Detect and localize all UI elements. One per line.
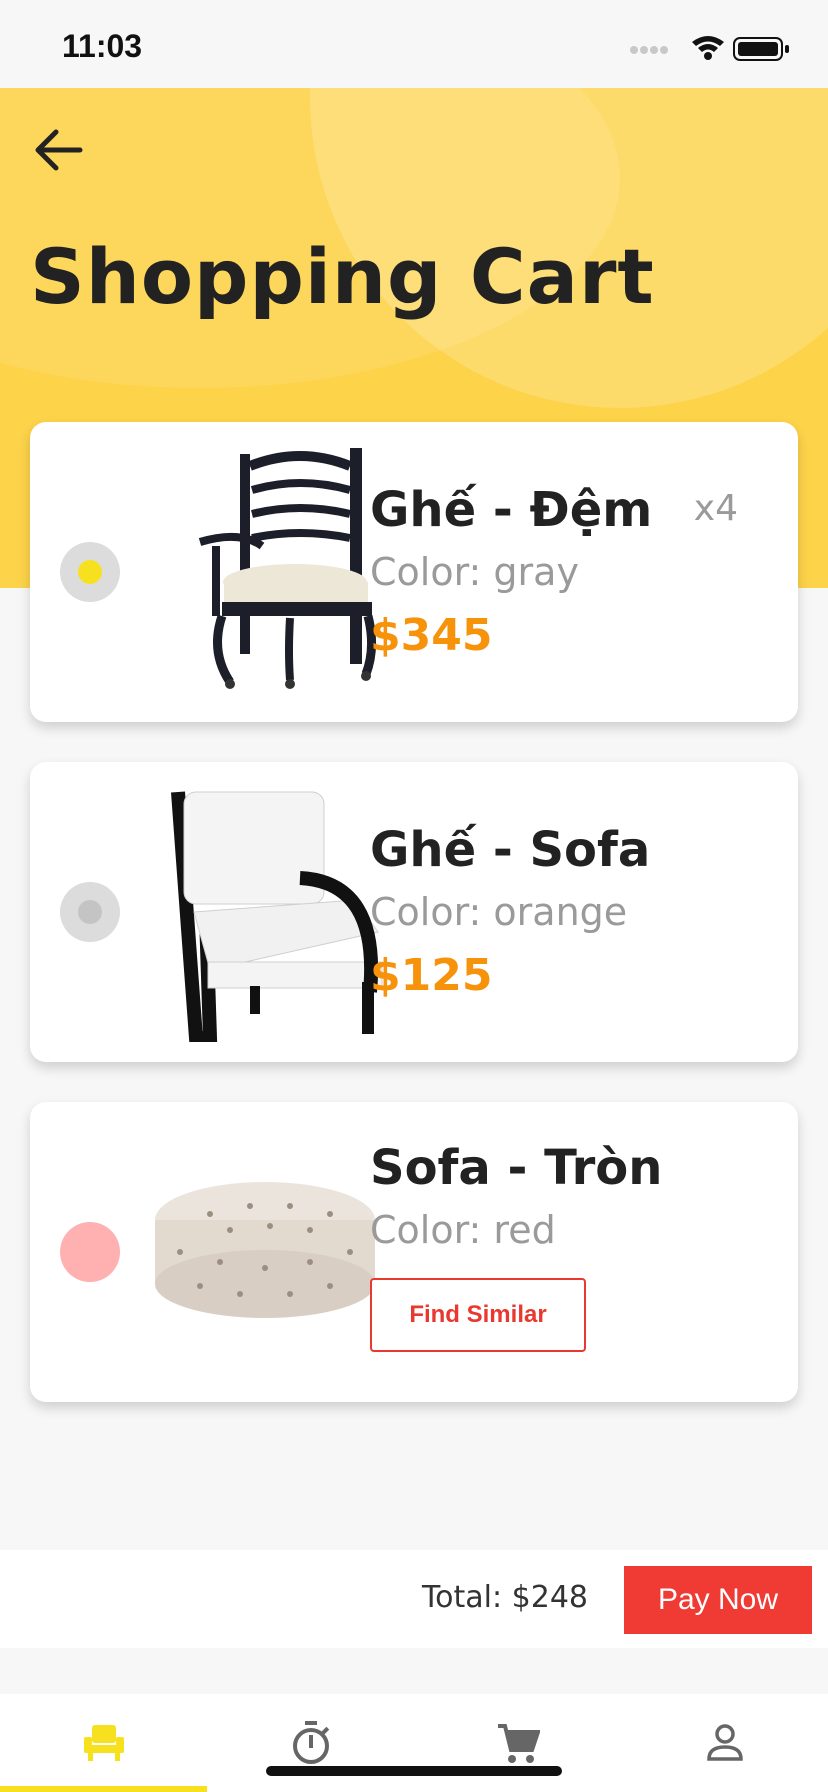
product-image-chair-cushion (198, 448, 376, 689)
signal-icon (630, 46, 668, 54)
tab-furniture[interactable] (0, 1694, 207, 1792)
wifi-icon (692, 36, 724, 60)
cart-item-card[interactable]: Sofa - Tròn Color: red Find Similar (30, 1102, 798, 1402)
stopwatch-icon (292, 1721, 329, 1764)
pay-now-button[interactable]: Pay Now (624, 1566, 812, 1634)
back-arrow-icon[interactable] (28, 120, 88, 180)
cart-item-card[interactable]: Ghế - Sofa Color: orange $125 (30, 762, 798, 1062)
product-name: Ghế - Sofa (370, 822, 651, 878)
battery-icon (733, 37, 789, 61)
tab-profile[interactable] (621, 1694, 828, 1792)
product-price: $345 (370, 610, 493, 661)
cart-item-card[interactable]: Ghế - Đệm x4 Color: gray $345 (30, 422, 798, 722)
find-similar-button[interactable]: Find Similar (370, 1278, 586, 1352)
product-name: Sofa - Tròn (370, 1140, 663, 1196)
product-image-round-ottoman (155, 1182, 375, 1318)
tab-history[interactable] (207, 1694, 414, 1792)
status-time: 11:03 (62, 28, 143, 64)
tab-cart[interactable] (414, 1694, 621, 1792)
radio-dot (78, 560, 102, 584)
active-tab-indicator (0, 1786, 207, 1792)
product-color: Color: orange (370, 890, 628, 934)
product-image-sofa-chair (171, 791, 383, 1042)
cart-icon (497, 1724, 540, 1763)
product-color: Color: gray (370, 550, 579, 594)
checkout-bar: Total: $248 Pay Now (0, 1550, 828, 1648)
select-radio[interactable] (60, 542, 120, 602)
product-name: Ghế - Đệm (370, 482, 653, 538)
home-indicator (266, 1766, 562, 1776)
unavailable-radio (60, 1222, 120, 1282)
quantity-label: x4 (693, 488, 738, 529)
radio-dot (78, 900, 102, 924)
status-bar: 11:03 (0, 0, 828, 88)
armchair-icon (83, 1725, 124, 1761)
tab-bar (0, 1694, 828, 1792)
person-icon (706, 1724, 743, 1761)
status-icons (630, 36, 789, 61)
total-label: Total: $248 (421, 1580, 588, 1615)
product-price: $125 (370, 950, 493, 1001)
page-title: Shopping Cart (30, 232, 655, 321)
select-radio[interactable] (60, 882, 120, 942)
product-color: Color: red (370, 1208, 556, 1252)
